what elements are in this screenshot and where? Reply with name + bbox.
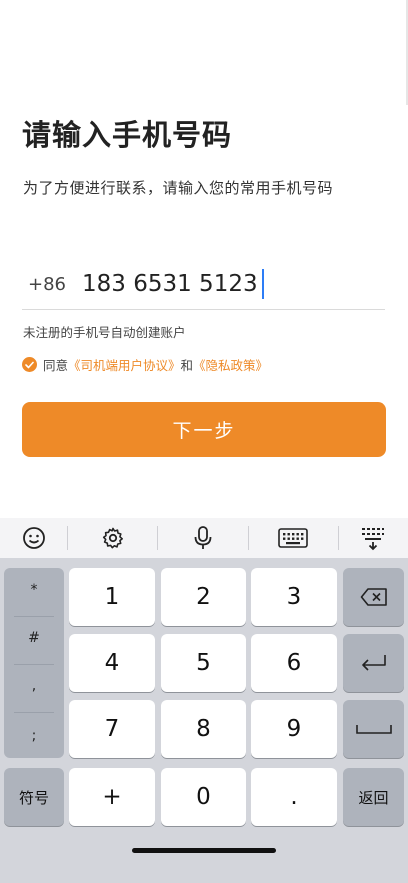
numeric-keyboard: * # , ; 1 2 3 4 5 6 7 8 9 符号 + 0 . 返回: [0, 518, 408, 883]
keyboard-body: * # , ; 1 2 3 4 5 6 7 8 9 符号 + 0 . 返回: [0, 558, 408, 883]
keyboard-toolbar: [0, 518, 408, 558]
user-agreement-link[interactable]: 《司机端用户协议》: [68, 355, 181, 374]
page-title: 请输入手机号码: [22, 118, 233, 152]
symbol-key-hash[interactable]: #: [4, 630, 64, 646]
key-3[interactable]: 3: [251, 568, 337, 626]
page-subtitle: 为了方便进行联系，请输入您的常用手机号码: [23, 179, 334, 197]
key-2[interactable]: 2: [161, 568, 246, 626]
symbol-key-asterisk[interactable]: *: [4, 582, 64, 598]
keyboard-icon[interactable]: [249, 518, 338, 558]
phone-input-value: 183 6531 5123: [82, 271, 258, 297]
space-key[interactable]: [343, 700, 404, 758]
delete-key[interactable]: [343, 568, 404, 626]
back-key[interactable]: 返回: [343, 768, 404, 826]
gear-icon[interactable]: [68, 518, 157, 558]
space-icon: [355, 725, 392, 734]
status-area: [0, 0, 408, 105]
agree-prefix: 同意: [43, 358, 69, 373]
country-code-selector[interactable]: +86: [28, 274, 66, 295]
text-cursor: [261, 269, 264, 299]
emoji-icon[interactable]: [0, 518, 67, 558]
phone-field-row[interactable]: +86 183 6531 5123: [22, 262, 385, 310]
backspace-icon: [360, 588, 387, 606]
phone-input[interactable]: 183 6531 5123: [82, 266, 264, 302]
key-6[interactable]: 6: [251, 634, 337, 692]
symbol-column[interactable]: * # , ;: [4, 568, 64, 758]
key-0[interactable]: 0: [161, 768, 246, 826]
microphone-icon[interactable]: [158, 518, 247, 558]
key-plus[interactable]: +: [69, 768, 155, 826]
key-1[interactable]: 1: [69, 568, 155, 626]
agree-and: 和: [180, 358, 194, 373]
home-indicator[interactable]: [132, 848, 276, 853]
agree-checkbox-checked-icon[interactable]: [22, 357, 37, 372]
key-9[interactable]: 9: [251, 700, 337, 758]
key-7[interactable]: 7: [69, 700, 155, 758]
symbol-divider: [14, 712, 54, 713]
key-dot[interactable]: .: [251, 768, 337, 826]
privacy-policy-link[interactable]: 《隐私政策》: [193, 355, 268, 374]
symbol-key-semicolon[interactable]: ;: [4, 728, 64, 744]
keyboard-hide-icon[interactable]: [339, 518, 408, 558]
return-icon: [361, 655, 386, 671]
key-5[interactable]: 5: [161, 634, 246, 692]
key-4[interactable]: 4: [69, 634, 155, 692]
enter-key[interactable]: [343, 634, 404, 692]
symbol-key-comma[interactable]: ,: [4, 678, 64, 694]
symbol-divider: [14, 664, 54, 665]
register-hint: 未注册的手机号自动创建账户: [23, 325, 186, 340]
symbol-mode-key[interactable]: 符号: [4, 768, 64, 826]
symbol-divider: [14, 616, 54, 617]
next-step-button[interactable]: 下一步: [22, 402, 386, 457]
agreement-row: 同意 《司机端用户协议》 和 《隐私政策》: [22, 355, 268, 374]
key-8[interactable]: 8: [161, 700, 246, 758]
